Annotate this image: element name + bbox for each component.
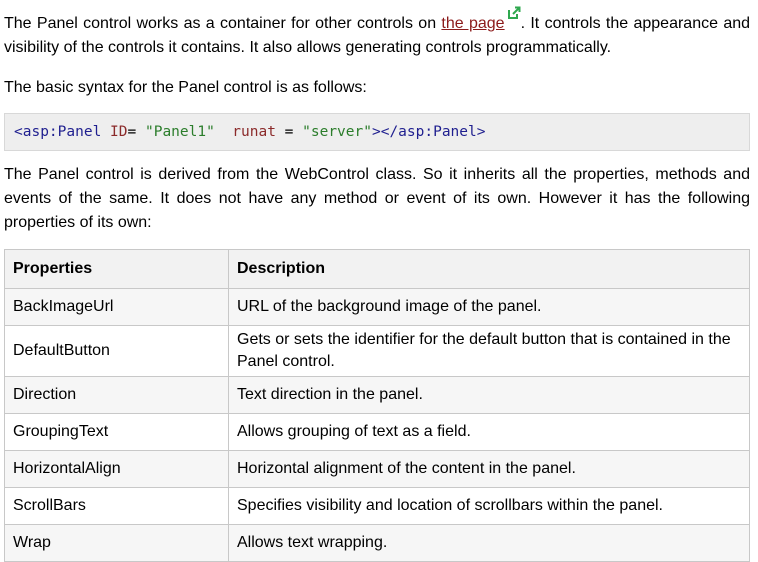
property-cell: Wrap xyxy=(4,524,229,562)
code-val-runat: "server" xyxy=(302,124,372,140)
property-cell: BackImageUrl xyxy=(4,288,229,326)
table-row: GroupingText Allows grouping of text as … xyxy=(4,413,750,451)
code-tag-open: <asp:Panel xyxy=(14,124,102,140)
code-val-id: "Panel1" xyxy=(144,124,215,140)
description-cell: Allows grouping of text as a field. xyxy=(228,413,750,451)
table-row: Direction Text direction in the panel. xyxy=(4,376,750,414)
intro-paragraph: The Panel control works as a container f… xyxy=(4,6,750,60)
table-header-row: Properties Description xyxy=(4,249,750,289)
property-cell: GroupingText xyxy=(4,413,229,451)
description-cell: Text direction in the panel. xyxy=(228,376,750,414)
code-tag-close: ></asp:Panel> xyxy=(371,124,486,140)
table-row: Wrap Allows text wrapping. xyxy=(4,524,750,562)
code-block: <asp:Panel ID= "Panel1" runat = "server"… xyxy=(4,113,750,151)
properties-table: Properties Description BackImageUrl URL … xyxy=(4,249,750,562)
intro-text-start: The Panel control works as a container f… xyxy=(4,15,442,32)
description-cell: Specifies visibility and location of scr… xyxy=(228,487,750,525)
syntax-label: The basic syntax for the Panel control i… xyxy=(4,79,367,96)
property-cell: Direction xyxy=(4,376,229,414)
table-row: ScrollBars Specifies visibility and loca… xyxy=(4,487,750,525)
property-cell: DefaultButton xyxy=(4,325,229,377)
code-eq-1: = xyxy=(127,124,145,140)
header-description: Description xyxy=(228,249,750,289)
code-attr-id: ID xyxy=(101,124,128,140)
table-row: DefaultButton Gets or sets the identifie… xyxy=(4,325,750,377)
code-attr-runat: runat xyxy=(214,124,276,140)
property-cell: ScrollBars xyxy=(4,487,229,525)
property-cell: HorizontalAlign xyxy=(4,450,229,488)
description-cell: Horizontal alignment of the content in t… xyxy=(228,450,750,488)
the-page-link[interactable]: the page xyxy=(441,15,504,32)
description-cell: Allows text wrapping. xyxy=(228,524,750,562)
description-cell: URL of the background image of the panel… xyxy=(228,288,750,326)
table-row: HorizontalAlign Horizontal alignment of … xyxy=(4,450,750,488)
article-content: The Panel control works as a container f… xyxy=(0,0,758,562)
derived-paragraph: The Panel control is derived from the We… xyxy=(4,166,750,231)
description-cell: Gets or sets the identifier for the defa… xyxy=(228,325,750,377)
external-link-icon[interactable] xyxy=(507,6,521,20)
table-row: BackImageUrl URL of the background image… xyxy=(4,288,750,326)
code-eq-2: = xyxy=(275,124,303,140)
header-properties: Properties xyxy=(4,249,229,289)
